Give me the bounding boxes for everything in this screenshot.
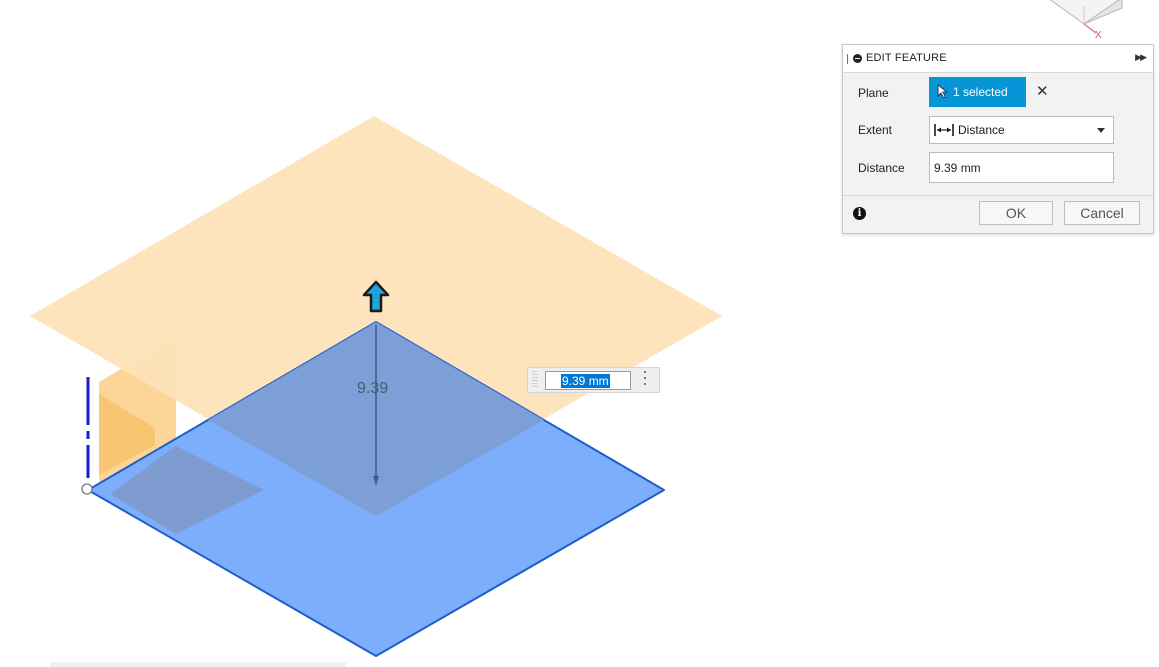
extent-dropdown[interactable]: Distance [929,116,1114,144]
status-strip [50,662,346,667]
plane-label: Plane [858,86,889,100]
cancel-button[interactable]: Cancel [1064,201,1140,225]
manipulator-grip[interactable] [532,371,538,389]
distance-manipulator[interactable]: 9.39 mm [527,367,660,393]
distance-field[interactable] [929,152,1114,183]
panel-title: EDIT FEATURE [866,52,947,64]
plane-selection-label: 1 selected [953,85,1008,99]
cursor-icon [937,84,949,99]
extent-value: Distance [958,123,1005,137]
extent-distance-icon [934,124,954,136]
origin-icon[interactable] [81,483,93,495]
distance-label: Distance [858,161,905,175]
plane-selection-button[interactable]: 1 selected [929,77,1026,107]
collapse-icon[interactable] [853,54,862,63]
view-cube[interactable]: X [1048,0,1123,41]
dropdown-arrow-icon [1097,128,1105,133]
edit-feature-panel: EDIT FEATURE ▶▶ Plane 1 selected ✕ Exten… [842,44,1154,234]
info-icon[interactable]: i [853,207,866,220]
extent-label: Extent [858,123,893,137]
dimension-value-label: 9.39 [357,380,389,397]
more-options-icon[interactable] [644,371,646,389]
panel-header[interactable]: EDIT FEATURE ▶▶ [843,45,1153,73]
expand-icon[interactable]: ▶▶ [1135,52,1147,63]
distance-manipulator-value: 9.39 mm [561,374,610,388]
panel-footer: i OK Cancel [843,195,1153,234]
view-cube-axis-x: X [1095,30,1102,41]
panel-grip[interactable] [847,54,848,64]
ok-button[interactable]: OK [979,201,1053,225]
close-icon[interactable]: ✕ [1036,82,1049,100]
distance-manipulator-input[interactable]: 9.39 mm [545,371,631,390]
